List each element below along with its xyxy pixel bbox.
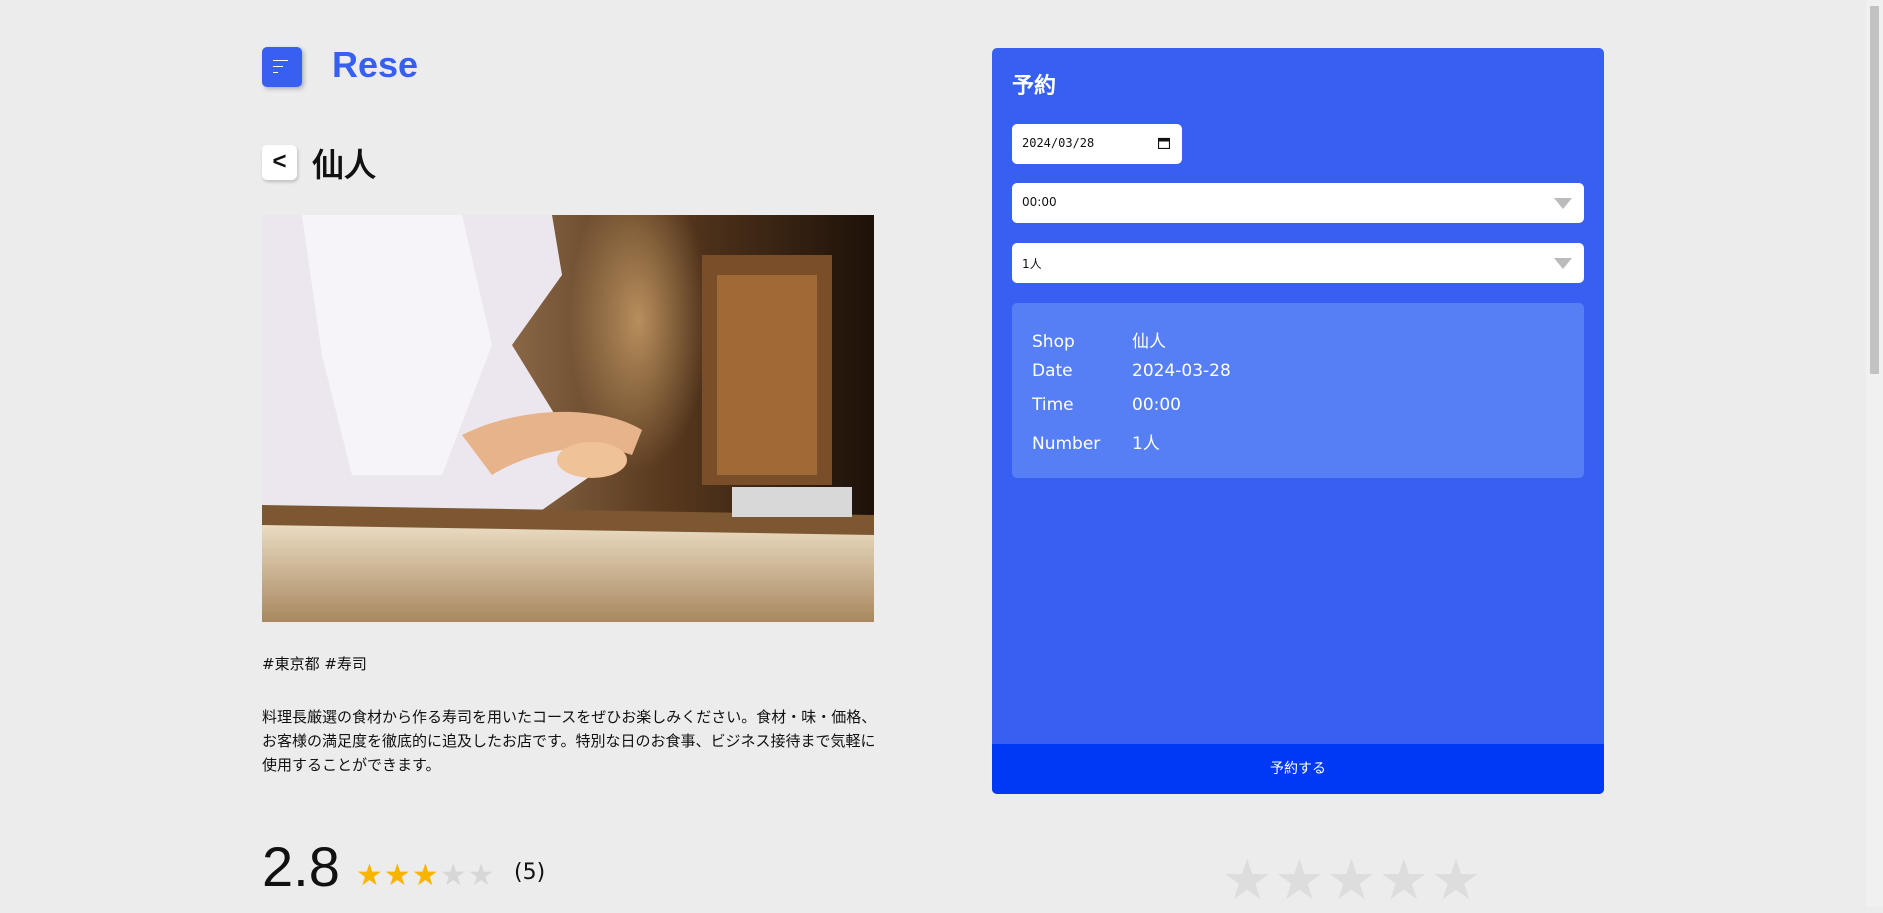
summary-value: 2024-03-28 — [1132, 361, 1231, 381]
summary-value: 仙人 — [1132, 332, 1166, 352]
summary-value: 00:00 — [1132, 395, 1181, 415]
sushi-chef-photo — [262, 215, 874, 622]
summary-label: Date — [1032, 361, 1073, 381]
calendar-icon[interactable] — [1158, 137, 1170, 149]
chevron-down-icon — [1554, 258, 1572, 269]
star-icon[interactable]: ★ — [1326, 848, 1376, 913]
summary-label: Number — [1032, 434, 1101, 454]
menu-button[interactable] — [262, 47, 302, 87]
star-icon[interactable]: ★ — [1431, 848, 1481, 913]
summary-row-time: Time 00:00 — [1032, 395, 1181, 415]
summary-label: Time — [1032, 395, 1074, 415]
rating-stars: ★★★★★ — [356, 858, 496, 893]
reservation-summary: Shop 仙人 Date 2024-03-28 Time 00:00 Number 1人 — [1012, 303, 1584, 478]
reserve-submit-button[interactable]: 予約する — [992, 744, 1604, 794]
shop-name: 仙人 — [312, 146, 377, 184]
star-icon: ★ — [467, 858, 495, 893]
summary-value: 1人 — [1132, 434, 1160, 454]
time-select-value: 00:00 — [1022, 195, 1057, 209]
shop-description: 料理長厳選の食材から作る寿司を用いたコースをぜひお楽しみください。食材・味・価格… — [262, 708, 877, 774]
star-icon[interactable]: ★ — [1222, 848, 1272, 913]
time-select[interactable]: 00:00 — [1012, 183, 1584, 223]
menu-line — [273, 72, 278, 73]
rating-count: (5) — [514, 860, 546, 885]
star-icon: ★ — [439, 858, 467, 893]
reservation-panel: 予約 2024/03/28 00:00 1人 Shop 仙人 Date 2024-0… — [992, 48, 1604, 794]
number-select-value: 1人 — [1022, 257, 1042, 271]
menu-line — [273, 60, 288, 61]
shop-image — [262, 215, 874, 622]
star-icon: ★ — [383, 858, 411, 893]
summary-row-shop: Shop 仙人 — [1032, 327, 1166, 352]
star-icon[interactable]: ★ — [1274, 848, 1324, 913]
star-icon[interactable]: ★ — [1379, 848, 1429, 913]
rate-input-stars[interactable]: ★★★★★ — [1222, 848, 1483, 913]
summary-row-date: Date 2024-03-28 — [1032, 361, 1231, 381]
app-logo: Rese — [332, 44, 419, 85]
summary-row-number: Number 1人 — [1032, 429, 1160, 454]
menu-line — [273, 66, 283, 67]
reservation-title: 予約 — [1012, 74, 1057, 99]
scrollbar[interactable] — [1866, 0, 1883, 907]
rating-average: 2.8 — [262, 835, 340, 898]
star-icon: ★ — [356, 858, 383, 893]
date-input-value: 2024/03/28 — [1022, 136, 1095, 150]
chevron-down-icon — [1554, 198, 1572, 209]
summary-label: Shop — [1032, 332, 1075, 352]
shop-tags: #東京都 #寿司 — [262, 655, 367, 673]
number-select[interactable]: 1人 — [1012, 243, 1584, 283]
scrollbar-thumb[interactable] — [1870, 6, 1879, 374]
back-button[interactable]: < — [262, 145, 297, 180]
star-icon: ★ — [411, 858, 439, 893]
date-input[interactable]: 2024/03/28 — [1012, 124, 1182, 164]
